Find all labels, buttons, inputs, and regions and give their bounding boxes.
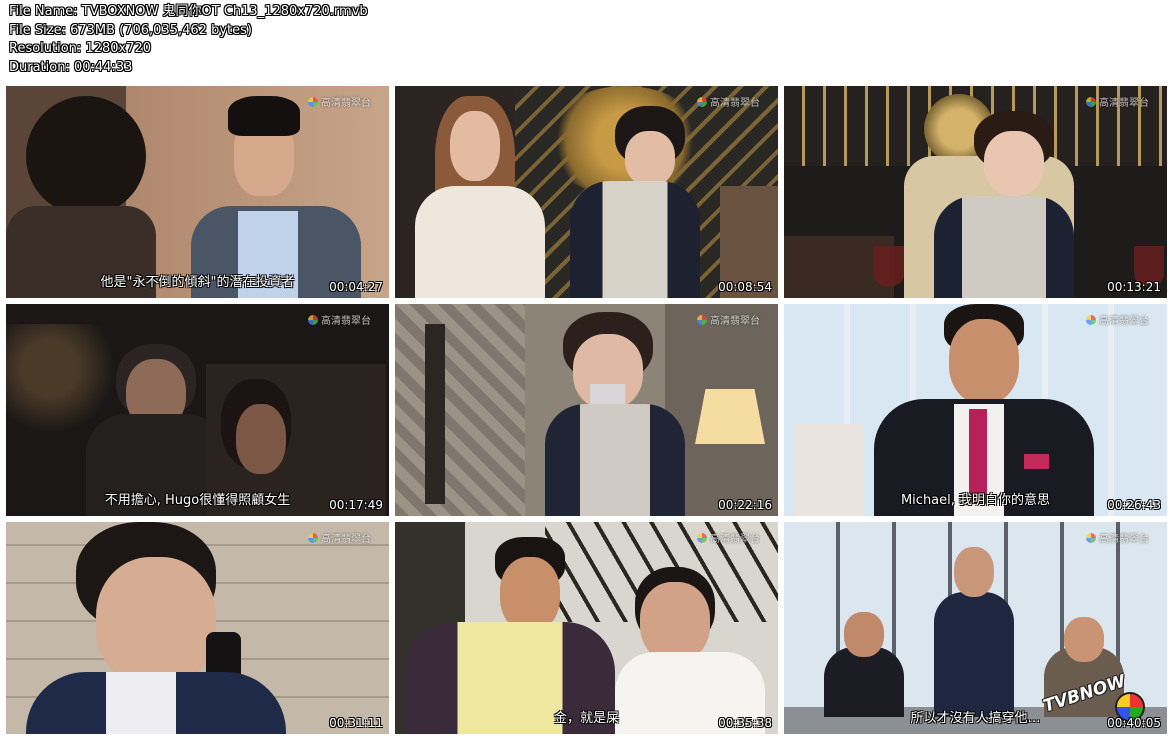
thumbnail-8[interactable]: 高清翡翠台 金，就是屎 00:35:38 <box>395 522 778 734</box>
thumbnail-7[interactable]: 高清翡翠台 00:31:11 <box>6 522 389 734</box>
scene-image <box>784 86 1167 298</box>
timestamp: 00:26:43 <box>1107 498 1161 512</box>
scene-image <box>784 304 1167 516</box>
timestamp: 00:31:11 <box>329 716 383 730</box>
channel-bug: 高清翡翠台 <box>308 530 371 545</box>
channel-bug: 高清翡翠台 <box>697 94 760 109</box>
channel-bug: 高清翡翠台 <box>1086 530 1149 545</box>
scene-image <box>6 86 389 298</box>
channel-logo-icon <box>697 532 707 543</box>
thumbnail-6[interactable]: 高清翡翠台 Michael, 我明白你的意思 00:26:43 <box>784 304 1167 516</box>
timestamp: 00:22:16 <box>718 498 772 512</box>
timestamp: 00:08:54 <box>718 280 772 294</box>
thumbnail-1[interactable]: 高清翡翠台 他是"永不倒的傾斜"的潛在投資者 00:04:27 <box>6 86 389 298</box>
channel-logo-icon <box>1086 314 1096 325</box>
timestamp: 00:40:05 <box>1107 716 1161 730</box>
timestamp: 00:04:27 <box>329 280 383 294</box>
timestamp: 00:17:49 <box>329 498 383 512</box>
channel-logo-icon <box>308 532 318 543</box>
thumbnail-2[interactable]: 高清翡翠台 00:08:54 <box>395 86 778 298</box>
channel-logo-icon <box>697 314 707 325</box>
resolution: Resolution: 1280x720 <box>9 41 152 56</box>
channel-logo-icon <box>1086 532 1096 543</box>
scene-image <box>395 522 778 734</box>
channel-logo-icon <box>308 96 318 107</box>
thumbnail-4[interactable]: 高清翡翠台 不用擔心, Hugo很懂得照顧女生 00:17:49 <box>6 304 389 516</box>
timestamp: 00:13:21 <box>1107 280 1161 294</box>
channel-logo-icon <box>697 96 707 107</box>
thumbnail-3[interactable]: 高清翡翠台 00:13:21 <box>784 86 1167 298</box>
duration: Duration: 00:44:33 <box>9 59 133 75</box>
scene-image <box>6 304 389 516</box>
channel-bug: 高清翡翠台 <box>1086 94 1149 109</box>
thumbnail-9[interactable]: 高清翡翠台 所以才沒有人搞穿他… TVBNOW 00:40:05 <box>784 522 1167 734</box>
channel-bug: 高清翡翠台 <box>308 312 371 327</box>
file-name: File Name: TVBOXNOW 鬼同你OT Ch13_1280x720.… <box>9 4 368 19</box>
channel-bug: 高清翡翠台 <box>1086 312 1149 327</box>
file-info-header: File Name: TVBOXNOW 鬼同你OT Ch13_1280x720.… <box>9 3 368 77</box>
scene-image <box>6 522 389 734</box>
channel-bug: 高清翡翠台 <box>697 530 760 545</box>
scene-image <box>395 304 778 516</box>
channel-logo-icon <box>1086 96 1096 107</box>
scene-image <box>784 522 1167 734</box>
thumbnail-5[interactable]: 高清翡翠台 00:22:16 <box>395 304 778 516</box>
file-size: File Size: 673MB (706,035,462 bytes) <box>9 22 252 38</box>
timestamp: 00:35:38 <box>718 716 772 730</box>
channel-bug: 高清翡翠台 <box>697 312 760 327</box>
scene-image <box>395 86 778 298</box>
channel-bug: 高清翡翠台 <box>308 94 371 109</box>
channel-logo-icon <box>308 314 318 325</box>
